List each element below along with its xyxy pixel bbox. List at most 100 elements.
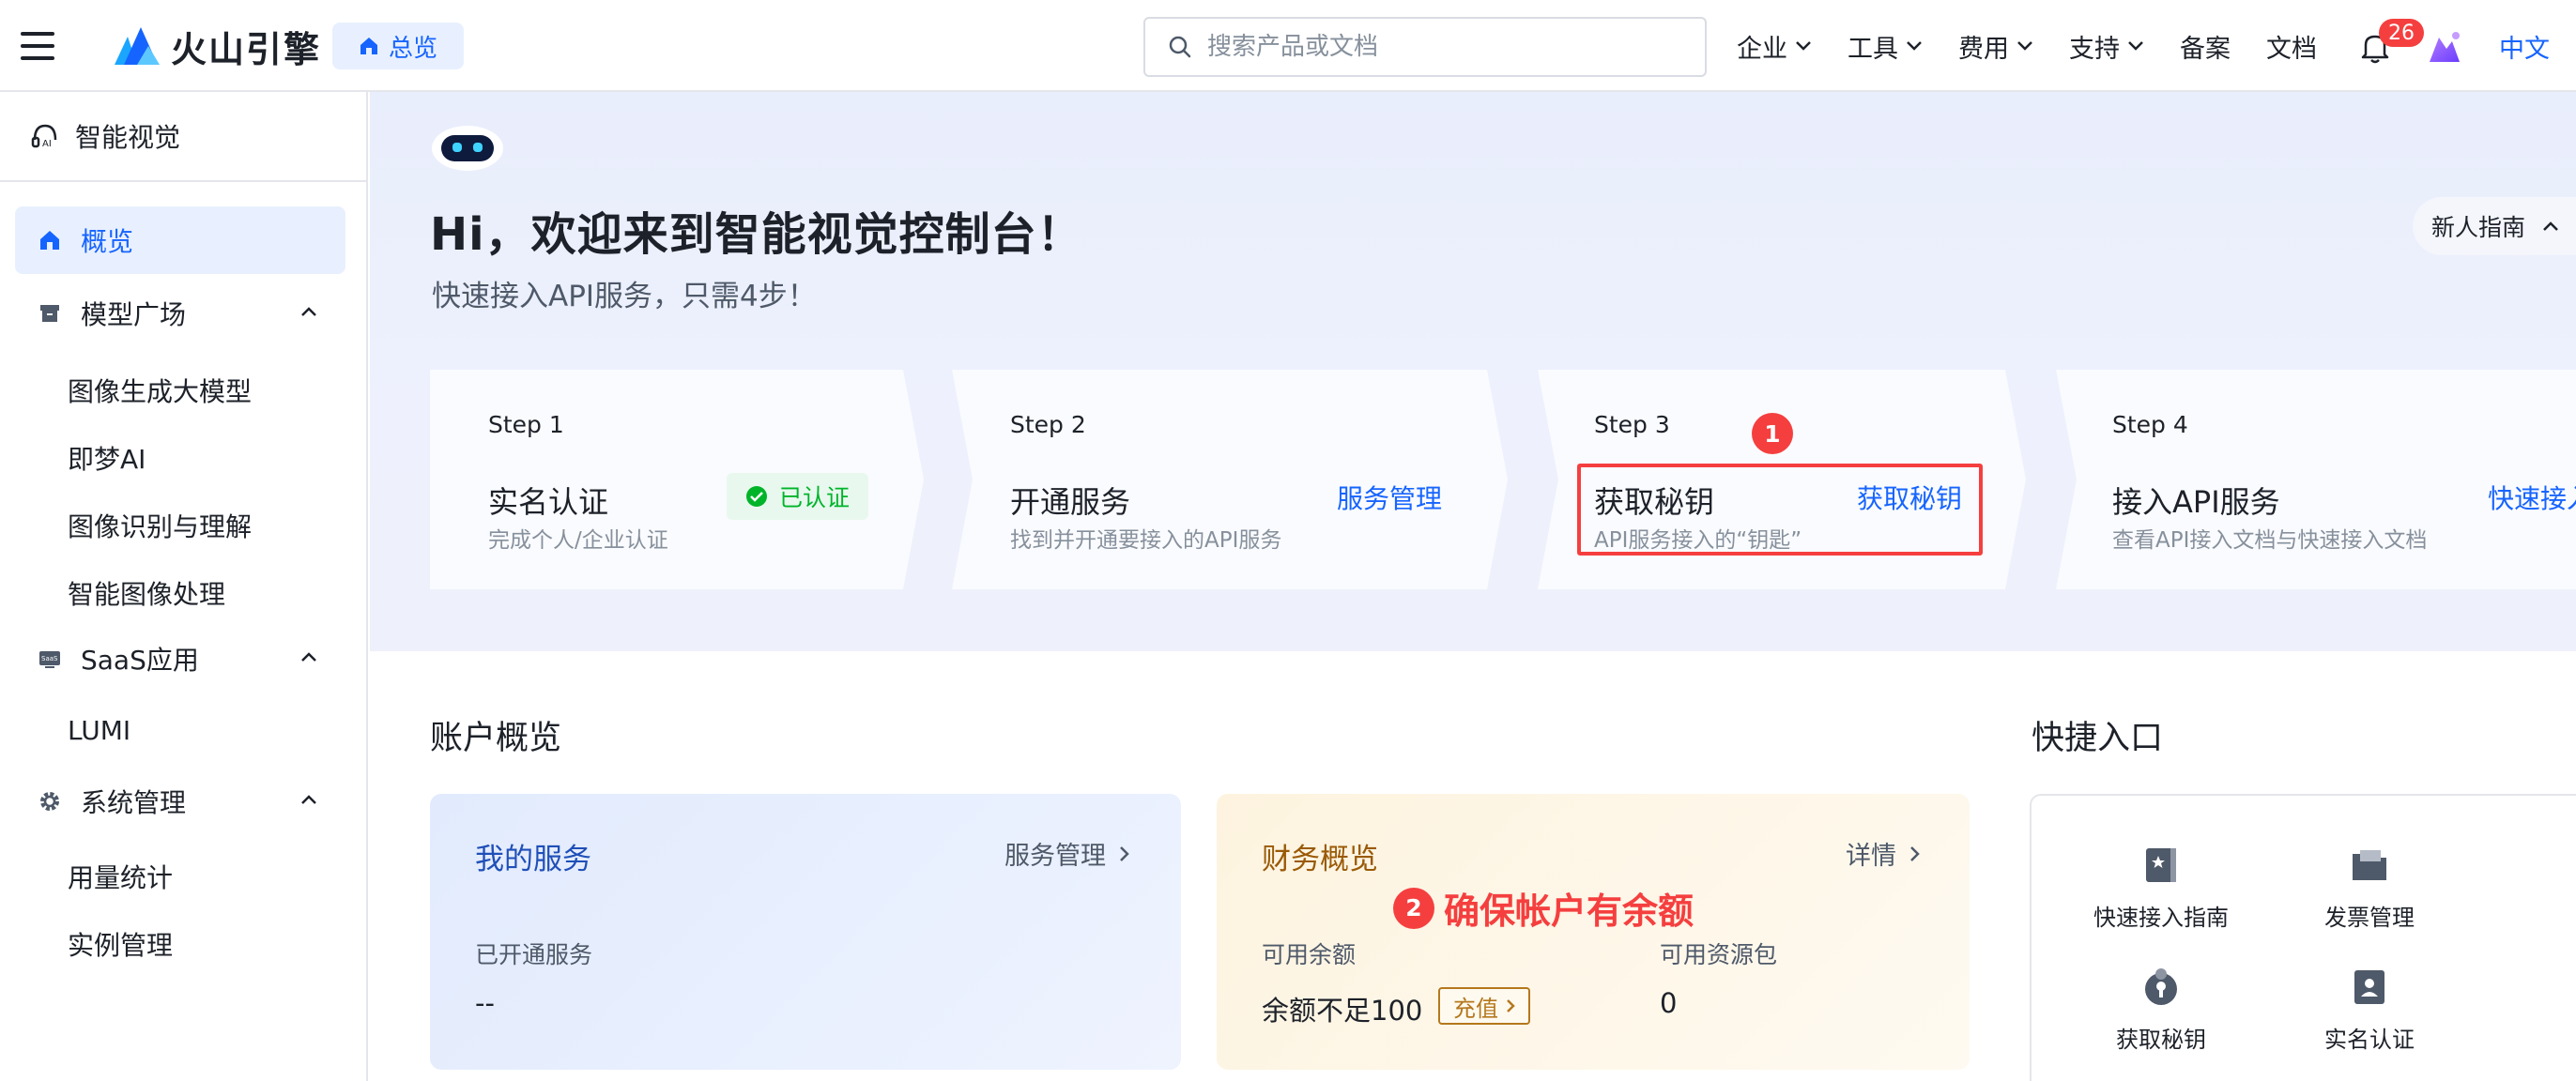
page-subtitle: 快速接入API服务，只需4步！ [432, 280, 817, 313]
svg-text:SaaS: SaaS [41, 655, 58, 662]
sidebar-item-jimeng-ai[interactable]: 即梦AI [68, 439, 146, 477]
resource-package-label: 可用资源包 [1660, 941, 1778, 968]
nav-billing[interactable]: 费用 [1958, 28, 2033, 65]
ai-headset-icon: AI [31, 124, 57, 149]
available-balance-label: 可用余额 [1262, 941, 1357, 968]
annotation-badge-2: 2 [1393, 887, 1434, 929]
chevron-up-icon [301, 652, 316, 662]
bookmark-star-icon [2146, 848, 2176, 882]
resource-package-value: 0 [1660, 987, 1678, 1019]
chevron-up-icon [2543, 221, 2558, 231]
sidebar-item-overview[interactable]: 概览 [15, 206, 345, 274]
brand-logo[interactable]: 火山引擎 [113, 23, 322, 70]
step-desc: 查看API接入文档与快速接入文档 [2112, 528, 2428, 553]
svg-text:AI: AI [42, 139, 52, 149]
newbie-guide-button[interactable]: 新人指南 [2413, 197, 2576, 255]
chevron-down-icon [1907, 41, 1922, 51]
annotation-highlight-box [1577, 464, 1983, 556]
finance-details-link[interactable]: 详情 [1846, 835, 1921, 872]
step-title: 实名认证 [488, 484, 609, 520]
chevron-up-icon [301, 795, 316, 804]
chevron-right-icon [1910, 845, 1920, 861]
home-icon [360, 38, 377, 54]
key-lock-icon [2145, 968, 2177, 1005]
chevron-down-icon [2017, 41, 2032, 51]
home-label: 总览 [388, 34, 437, 63]
my-services-card: 我的服务 服务管理 已开通服务 -- [430, 794, 1181, 1070]
sidebar-group-model-square[interactable]: 模型广场 [15, 280, 345, 347]
quick-entry-card: 快速接入指南 发票管理 获取秘钥 实名认证 [2030, 794, 2576, 1081]
user-avatar-icon[interactable] [2426, 28, 2463, 66]
quick-entry-title: 快捷入口 [2032, 720, 2164, 757]
quick-item-secret-key[interactable]: 获取秘钥 [2058, 967, 2264, 1054]
quick-access-link[interactable]: 快速接入 [2488, 479, 2576, 516]
step-desc: 完成个人/企业认证 [488, 528, 668, 553]
nav-enterprise[interactable]: 企业 [1737, 28, 1812, 65]
service-management-link[interactable]: 服务管理 [1337, 479, 1442, 516]
home-icon [40, 231, 59, 250]
sidebar-item-usage-stats[interactable]: 用量统计 [68, 858, 173, 895]
archive-box-icon [40, 305, 59, 322]
saas-icon: SaaS [39, 651, 60, 668]
check-circle-icon [745, 485, 768, 508]
chevron-right-icon [1507, 999, 1515, 1012]
nav-filing[interactable]: 备案 [2180, 28, 2231, 65]
my-services-title: 我的服务 [475, 843, 591, 876]
step-card-2: Step 2 开通服务 找到并开通要接入的API服务 服务管理 [952, 370, 1508, 589]
step-card-4: Step 4 接入API服务 查看API接入文档与快速接入文档 快速接入 [2056, 370, 2576, 589]
search-box[interactable] [1143, 17, 1707, 77]
sidebar-item-image-generation[interactable]: 图像生成大模型 [68, 372, 252, 409]
step-label: Step 1 [488, 411, 564, 438]
active-services-value: -- [475, 987, 495, 1019]
quick-item-real-name[interactable]: 实名认证 [2266, 967, 2473, 1054]
chevron-up-icon [301, 307, 316, 316]
volcano-logo-icon [115, 27, 160, 65]
top-nav: 企业 工具 费用 支持 备案 文档 [1737, 0, 2353, 92]
sidebar-group-system[interactable]: 系统管理 [15, 768, 345, 835]
notification-badge: 26 [2379, 19, 2424, 47]
sidebar-group-saas[interactable]: SaaS SaaS应用 [15, 625, 345, 693]
annotation-text: 确保帐户有余额 [1444, 891, 1694, 932]
chevron-down-icon [2128, 41, 2143, 51]
gear-icon [40, 792, 59, 811]
step-label: Step 2 [1010, 411, 1086, 438]
folder-icon [2353, 850, 2386, 880]
page-title: Hi，欢迎来到智能视觉控制台！ [430, 208, 1083, 261]
recharge-button[interactable]: 充值 [1438, 987, 1530, 1025]
language-switch[interactable]: 中文 [2499, 28, 2550, 65]
sidebar-item-image-recognition[interactable]: 图像识别与理解 [68, 507, 252, 544]
search-icon [1169, 36, 1191, 58]
available-balance-value: 余额不足100 [1262, 995, 1423, 1027]
step-title: 接入API服务 [2112, 484, 2280, 520]
id-card-icon [2354, 970, 2384, 1004]
active-services-label: 已开通服务 [475, 941, 593, 968]
nav-tools[interactable]: 工具 [1848, 28, 1923, 65]
sidebar-item-instance-management[interactable]: 实例管理 [68, 925, 173, 963]
service-management-link[interactable]: 服务管理 [1004, 835, 1130, 872]
menu-icon[interactable] [21, 32, 54, 60]
sidebar: AI 智能视觉 概览 模型广场 图像生成大模型 即梦AI 图像识别与理解 智能图… [0, 92, 368, 1081]
verified-badge: 已认证 [727, 473, 868, 520]
search-input[interactable] [1207, 33, 1695, 61]
finance-overview-title: 财务概览 [1262, 843, 1378, 876]
annotation-badge-1: 1 [1752, 413, 1793, 454]
step-label: Step 3 [1594, 411, 1670, 438]
robot-mascot-icon [432, 126, 503, 171]
step-label: Step 4 [2112, 411, 2188, 438]
sidebar-item-lumi[interactable]: LUMI [68, 715, 130, 746]
step-title: 开通服务 [1010, 484, 1131, 520]
quick-item-invoice[interactable]: 发票管理 [2266, 845, 2473, 932]
account-overview-title: 账户概览 [430, 720, 562, 757]
home-overview-button[interactable]: 总览 [332, 23, 464, 69]
chevron-right-icon [1120, 845, 1129, 861]
brand-name: 火山引擎 [171, 28, 322, 70]
nav-support[interactable]: 支持 [2069, 28, 2144, 65]
annotation-note-2: 2 确保帐户有余额 [1393, 882, 1694, 934]
step-card-1: Step 1 实名认证 完成个人/企业认证 已认证 [430, 370, 924, 589]
sidebar-item-image-processing[interactable]: 智能图像处理 [68, 574, 225, 612]
quick-item-access-guide[interactable]: 快速接入指南 [2058, 845, 2264, 932]
nav-docs[interactable]: 文档 [2266, 28, 2317, 65]
top-bar: 火山引擎 总览 企业 工具 费用 支持 [0, 0, 2576, 92]
step-desc: 找到并开通要接入的API服务 [1010, 528, 1282, 553]
chevron-down-icon [1796, 41, 1811, 51]
